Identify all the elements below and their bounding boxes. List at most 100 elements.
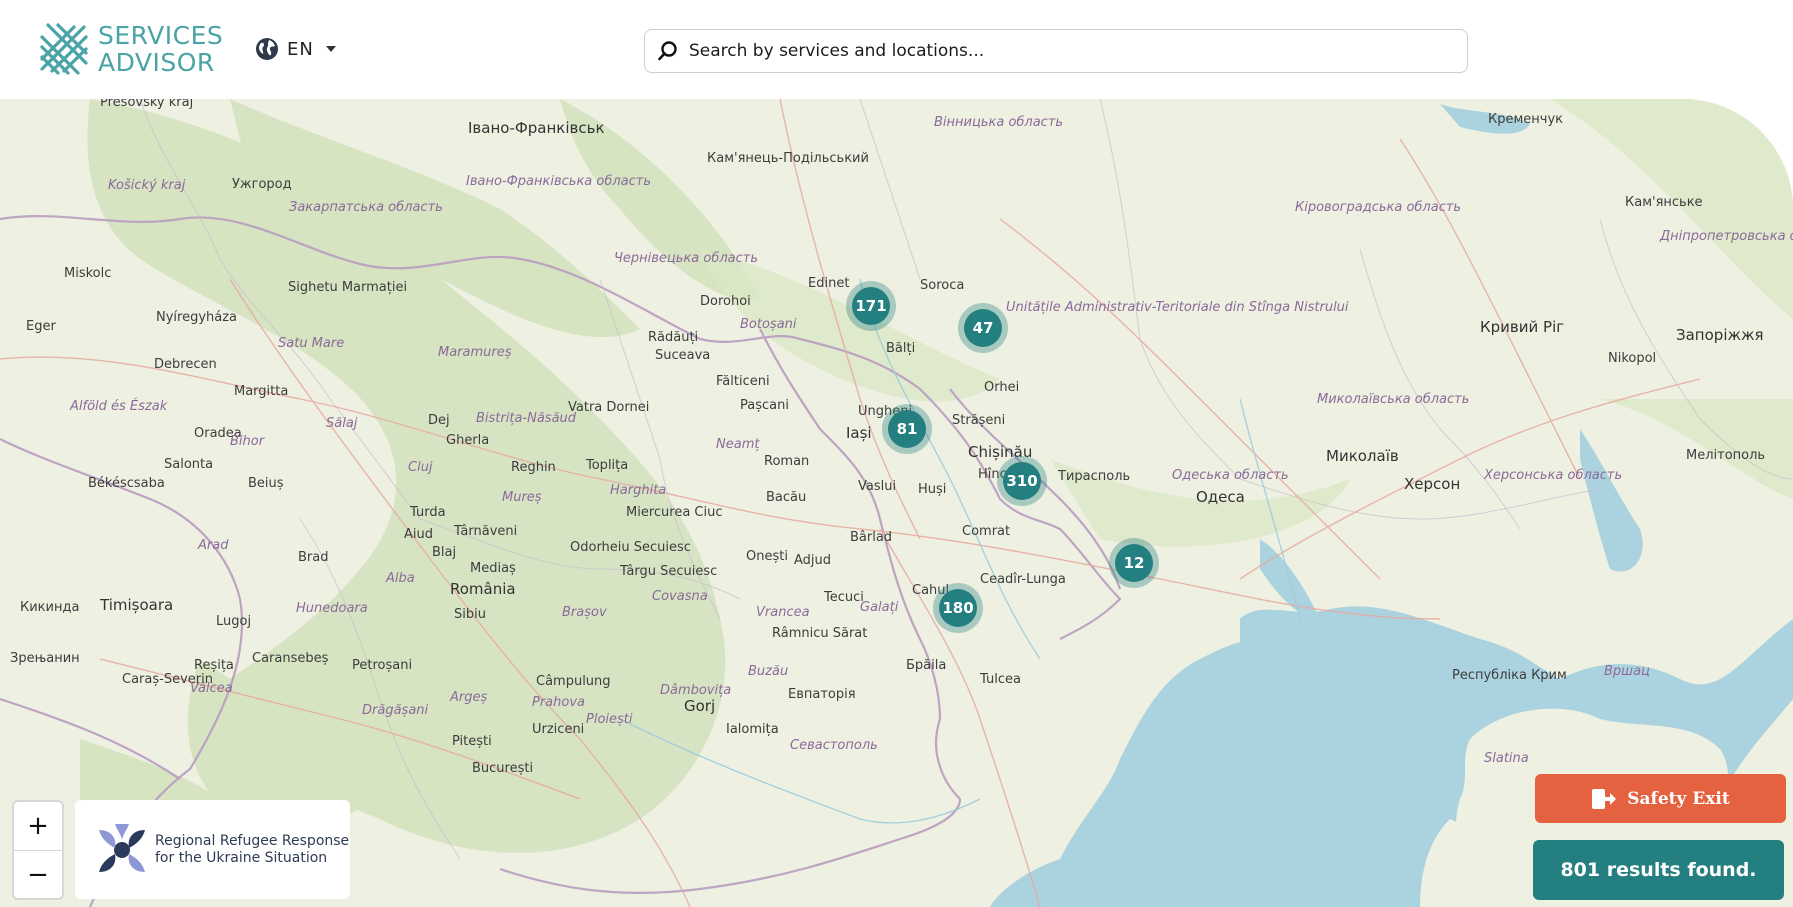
globe-icon	[256, 38, 278, 60]
place-label: Beiuș	[248, 476, 284, 491]
place-label: Івано-Франківськ	[468, 119, 605, 137]
place-label: Vaslui	[858, 479, 897, 494]
place-label: Târgu Secuiesc	[620, 564, 718, 579]
place-label: Запоріжжя	[1676, 326, 1764, 344]
region-label: Drăgășani	[362, 703, 429, 718]
zoom-in-button[interactable]: +	[14, 802, 62, 850]
place-label: Brad	[298, 550, 329, 565]
place-label: Nikopol	[1608, 351, 1657, 366]
partner-logo-panel: Regional Refugee Response for the Ukrain…	[75, 800, 350, 899]
search-bar[interactable]	[644, 29, 1468, 73]
place-label: Брăila	[906, 658, 947, 673]
cluster-count: 171	[852, 287, 890, 325]
place-label: Кам'янське	[1625, 195, 1703, 210]
place-label: Adjud	[794, 553, 832, 568]
region-label: Ploiești	[586, 712, 633, 727]
place-label: Fălticeni	[716, 374, 770, 389]
cluster-count: 47	[964, 309, 1002, 347]
service-cluster-marker[interactable]: 310	[997, 456, 1047, 506]
region-label: Cluj	[408, 460, 433, 475]
place-label: Тирасполь	[1058, 469, 1131, 484]
cluster-count: 310	[1003, 462, 1041, 500]
cluster-count: 180	[939, 589, 977, 627]
place-label: Turda	[410, 505, 446, 520]
place-label: Pașcani	[740, 398, 789, 413]
service-cluster-marker[interactable]: 180	[933, 583, 983, 633]
place-label: Edinet	[808, 276, 850, 291]
region-label: Mureș	[502, 490, 542, 505]
place-label: Târnăveni	[454, 524, 518, 539]
place-label: Reșița	[194, 658, 234, 673]
place-label: Lugoj	[216, 614, 252, 629]
place-label: Margitta	[234, 384, 289, 399]
partner-line-1: Regional Refugee Response	[155, 832, 350, 849]
place-label: Eger	[26, 319, 56, 334]
place-label: Dej	[428, 413, 450, 428]
place-label: Кам'янець-Подільський	[707, 151, 869, 166]
map-view[interactable]: Presovský kraj Івано-Франківськ Вінницьк…	[0, 99, 1793, 907]
place-label: Salonta	[164, 457, 214, 472]
safety-exit-label: Safety Exit	[1627, 788, 1730, 809]
region-label: Prahova	[532, 695, 586, 710]
service-cluster-marker[interactable]: 12	[1109, 538, 1159, 588]
region-label: Slatina	[1484, 751, 1529, 766]
place-label: Ceadîr-Lunga	[980, 573, 1066, 587]
logo-wordmark: SERVICES ADVISOR	[98, 22, 223, 76]
place-label: Одеса	[1196, 488, 1245, 506]
region-label: Alba	[386, 571, 415, 586]
place-label: Кикинда	[20, 600, 80, 615]
region-label: Vâlcea	[190, 681, 233, 696]
place-label: Tulcea	[980, 672, 1021, 687]
place-label: Кривий Ріг	[1480, 318, 1565, 336]
place-label: Roman	[764, 454, 810, 469]
safety-exit-button[interactable]: Safety Exit	[1535, 774, 1786, 823]
place-label: Rădăuți	[648, 330, 699, 345]
place-label: Vatra Dornei	[568, 400, 650, 415]
place-label: Onești	[746, 549, 788, 564]
results-count-banner: 801 results found.	[1533, 840, 1784, 900]
exit-icon	[1592, 788, 1617, 809]
place-label: Dorohoi	[700, 294, 751, 309]
search-input[interactable]	[689, 41, 1449, 61]
refugee-response-logo-icon	[99, 823, 145, 872]
service-cluster-marker[interactable]: 81	[882, 404, 932, 454]
region-label: Bistrița-Năsăud	[476, 411, 577, 426]
place-label: Херсон	[1404, 475, 1461, 493]
place-label: Orhei	[984, 380, 1020, 395]
place-label: Toplița	[586, 458, 629, 473]
zoom-out-button[interactable]: −	[14, 850, 62, 898]
region-label: Sălaj	[326, 416, 358, 431]
region-label: Bihor	[230, 434, 265, 449]
map-tiles[interactable]	[0, 99, 1793, 907]
region-label: Vrancea	[756, 605, 810, 620]
service-cluster-marker[interactable]: 47	[958, 303, 1008, 353]
services-advisor-logo[interactable]: SERVICES ADVISOR	[38, 22, 223, 76]
place-label: Bălți	[886, 341, 916, 356]
place-label: România	[450, 580, 516, 598]
region-label: Dâmbovița	[660, 683, 732, 698]
region-label: Arad	[198, 538, 229, 553]
place-label: Bacău	[766, 490, 807, 505]
region-label: Košický kraj	[108, 178, 186, 193]
place-label: Ialomița	[726, 722, 779, 737]
place-label: Timișoara	[100, 596, 174, 614]
logo-line-advisor: ADVISOR	[98, 48, 215, 77]
region-label: Миколаївська область	[1317, 392, 1470, 407]
language-selector[interactable]: EN	[255, 37, 336, 61]
partner-name: Regional Refugee Response for the Ukrain…	[155, 833, 349, 867]
region-label: Одеська область	[1172, 468, 1289, 483]
region-label: Maramureș	[438, 345, 512, 360]
place-label: Huși	[918, 482, 947, 497]
place-label: Gherla	[446, 433, 490, 448]
place-label: București	[472, 761, 534, 776]
service-cluster-marker[interactable]: 171	[846, 281, 896, 331]
place-label: Câmpulung	[536, 674, 611, 689]
place-label: Зрењанин	[10, 651, 80, 666]
region-label: Вінницька область	[934, 115, 1064, 130]
region-label: Buzău	[748, 664, 789, 679]
place-label: Petroșani	[352, 658, 413, 673]
place-label: Tecuci	[824, 590, 864, 605]
region-label: Harghita	[610, 483, 667, 498]
place-label: Nyíregyháza	[156, 310, 238, 325]
place-label: Gorj	[684, 697, 716, 715]
